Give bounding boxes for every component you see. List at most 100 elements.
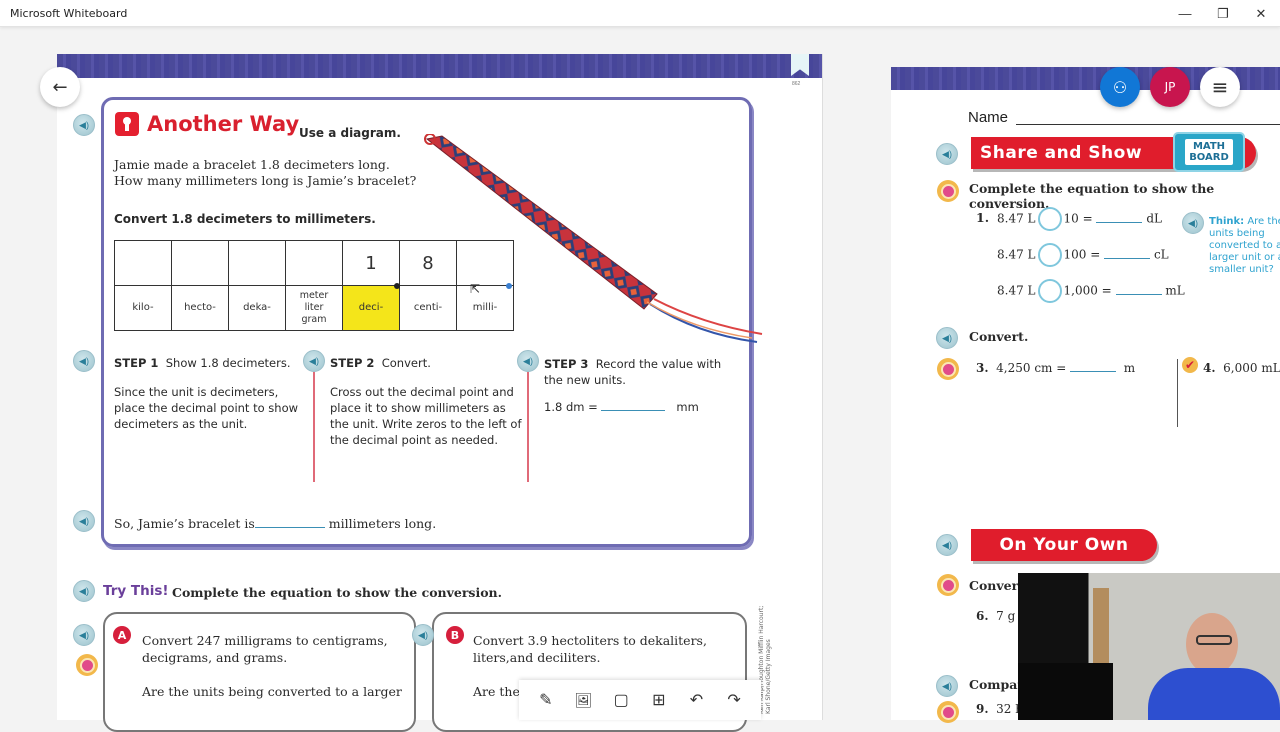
bottom-toolbar: ✎ 🖼 ▢ ⊞ ↶ ↷ bbox=[519, 680, 761, 720]
pen-tool-button[interactable]: ✎ bbox=[532, 686, 560, 714]
compare-label: Compar bbox=[969, 677, 1024, 692]
convert-label: Convert. bbox=[969, 329, 1029, 344]
try-a-prompt: Convert 247 milligrams to centigrams, dec… bbox=[142, 633, 388, 665]
problem-3: 3. 4,250 cm = m bbox=[976, 361, 1136, 375]
operator-circle[interactable] bbox=[1037, 207, 1062, 231]
try-this-title: Try This! bbox=[103, 583, 169, 599]
undo-button[interactable]: ↶ bbox=[682, 686, 710, 714]
minimize-icon: — bbox=[1178, 6, 1192, 21]
digit-cell-centi[interactable]: 8 bbox=[399, 240, 457, 286]
person-add-icon: ⚇ bbox=[1112, 77, 1128, 97]
audio-icon[interactable]: ◀) bbox=[936, 327, 958, 349]
unit-kilo: kilo- bbox=[114, 285, 172, 331]
redo-icon: ↷ bbox=[727, 692, 741, 709]
share-button[interactable]: ⚇ bbox=[1100, 67, 1140, 107]
close-icon: ✕ bbox=[1255, 5, 1267, 21]
redo-button[interactable]: ↷ bbox=[720, 686, 748, 714]
convert-label-2: Convert bbox=[969, 578, 1024, 593]
step-divider bbox=[527, 372, 529, 482]
operator-circle[interactable] bbox=[1037, 279, 1062, 303]
title-bar: Microsoft Whiteboard — ❐ ✕ bbox=[0, 0, 1280, 27]
unit-hecto: hecto- bbox=[171, 285, 229, 331]
another-way-subtitle: Use a diagram. bbox=[299, 126, 401, 140]
problem-9: 9. 32 h bbox=[976, 702, 1023, 716]
audio-icon[interactable]: ◀) bbox=[73, 580, 95, 602]
audio-icon[interactable]: ◀) bbox=[936, 143, 958, 165]
on-your-own-label: On Your Own bbox=[999, 535, 1129, 555]
digit-cell-base[interactable] bbox=[285, 240, 343, 286]
audio-icon[interactable]: ◀) bbox=[517, 350, 539, 372]
step1-body: Since the unit is decimeters, place the … bbox=[114, 385, 299, 431]
try-b-prompt: Convert 3.9 hectoliters to dekaliters, li… bbox=[473, 633, 707, 665]
maximize-button[interactable]: ❐ bbox=[1204, 0, 1242, 27]
audio-icon[interactable]: ◀) bbox=[73, 510, 95, 532]
step2-body: Cross out the decimal point and place it… bbox=[330, 385, 522, 447]
audio-icon[interactable]: ◀) bbox=[303, 350, 325, 372]
math-board-icon: MATH BOARD bbox=[1173, 132, 1245, 172]
minimize-button[interactable]: — bbox=[1166, 0, 1204, 27]
answer-blank[interactable] bbox=[601, 410, 666, 411]
add-content-button[interactable]: ⊞ bbox=[645, 686, 673, 714]
unit-base: meter liter gram bbox=[285, 285, 343, 331]
image-icon: 🖼 bbox=[574, 691, 593, 708]
textbook-page-left[interactable]: 862 ◀) Another Way Use a diagram. Jamie … bbox=[57, 54, 823, 732]
another-way-title: Another Way bbox=[147, 112, 300, 136]
audio-icon[interactable]: ◀) bbox=[412, 624, 434, 646]
back-button[interactable]: ← bbox=[40, 67, 80, 107]
operator-circle[interactable] bbox=[1037, 243, 1062, 267]
try-a-question: Are the units being converted to a large… bbox=[142, 684, 402, 699]
target-icon[interactable] bbox=[937, 358, 959, 380]
step3-equation: 1.8 dm = mm bbox=[544, 400, 699, 414]
account-avatar[interactable]: JP bbox=[1150, 67, 1190, 107]
digit-cell-hecto[interactable] bbox=[171, 240, 229, 286]
problem-1-row: 8.47 L 1,000 = mL bbox=[997, 279, 1185, 303]
step2-heading: STEP 2 Convert. bbox=[330, 356, 431, 370]
avatar-initials: JP bbox=[1164, 80, 1176, 94]
ink-anchor-point[interactable] bbox=[506, 283, 512, 289]
answer-blank[interactable] bbox=[1104, 257, 1151, 259]
digit-cell-milli[interactable] bbox=[456, 240, 514, 286]
problem-line-1: Jamie made a bracelet 1.8 decimeters lon… bbox=[114, 157, 390, 172]
target-icon[interactable] bbox=[937, 180, 959, 202]
problem-1-number: 1. bbox=[976, 210, 990, 225]
audio-icon[interactable]: ◀) bbox=[1182, 212, 1204, 234]
unit-deka: deka- bbox=[228, 285, 286, 331]
menu-button[interactable]: ≡ bbox=[1200, 67, 1240, 107]
place-value-table: 1 8 kilo- hecto- deka- meter liter gram … bbox=[114, 240, 514, 331]
unit-deci-highlighted: deci- bbox=[342, 285, 400, 331]
audio-icon[interactable]: ◀) bbox=[73, 114, 95, 136]
digit-cell-kilo[interactable] bbox=[114, 240, 172, 286]
name-label: Name bbox=[968, 109, 1009, 126]
try-b-question: Are the bbox=[473, 684, 520, 699]
problem-6: 6. 7 g bbox=[976, 609, 1016, 623]
close-button[interactable]: ✕ bbox=[1242, 0, 1280, 27]
unit-milli: milli- bbox=[456, 285, 514, 331]
answer-blank[interactable] bbox=[1115, 293, 1162, 295]
key-icon bbox=[115, 112, 139, 136]
audio-icon[interactable]: ◀) bbox=[936, 675, 958, 697]
target-icon[interactable] bbox=[937, 574, 959, 596]
maximize-icon: ❐ bbox=[1217, 5, 1229, 21]
digit-cell-deka[interactable] bbox=[228, 240, 286, 286]
badge-b: B bbox=[446, 626, 464, 644]
sticky-note-button[interactable]: ▢ bbox=[607, 686, 635, 714]
digit-cell-deci[interactable]: 1 bbox=[342, 240, 400, 286]
name-field[interactable] bbox=[1016, 124, 1280, 125]
answer-blank[interactable] bbox=[1096, 221, 1143, 223]
decimal-point-marker[interactable] bbox=[394, 283, 400, 289]
checkmark-icon: ✔ bbox=[1182, 357, 1198, 373]
target-icon[interactable] bbox=[76, 654, 98, 676]
audio-icon[interactable]: ◀) bbox=[936, 534, 958, 556]
answer-blank[interactable] bbox=[1070, 371, 1117, 372]
problem-4: 4. 6,000 mL bbox=[1203, 361, 1280, 375]
back-arrow-icon: ← bbox=[52, 76, 68, 98]
webcam-video bbox=[1018, 573, 1280, 720]
try-this-box-a bbox=[103, 612, 416, 732]
mouse-cursor-icon: ⇱ bbox=[470, 282, 481, 296]
step3-heading: STEP 3 Record the value with the new uni… bbox=[544, 357, 722, 387]
insert-image-button[interactable]: 🖼 bbox=[569, 686, 597, 714]
audio-icon[interactable]: ◀) bbox=[73, 350, 95, 372]
answer-blank[interactable] bbox=[254, 527, 325, 528]
audio-icon[interactable]: ◀) bbox=[73, 624, 95, 646]
page-header-band bbox=[57, 54, 822, 78]
